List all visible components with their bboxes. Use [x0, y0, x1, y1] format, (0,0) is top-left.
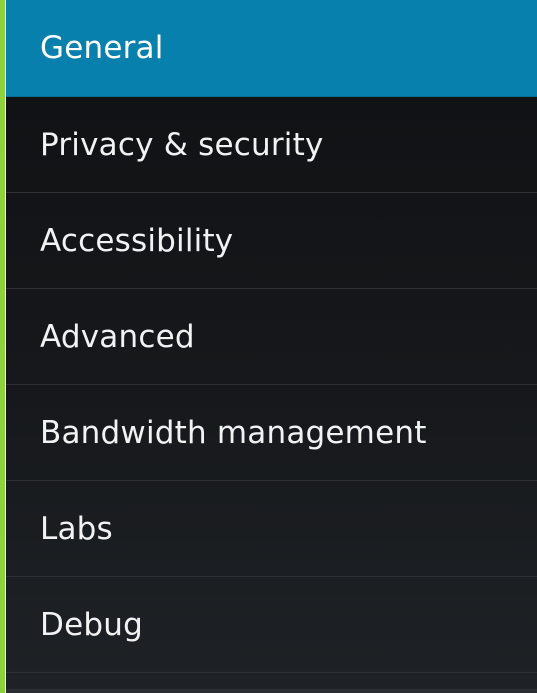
bottom-divider	[6, 689, 537, 693]
menu-item-label: Advanced	[40, 318, 195, 355]
menu-item-label: Bandwidth management	[40, 414, 427, 451]
settings-menu: General Privacy & security Accessibility…	[6, 0, 537, 693]
menu-item-label: Labs	[40, 510, 113, 547]
menu-item-debug[interactable]: Debug	[6, 577, 537, 673]
menu-item-advanced[interactable]: Advanced	[6, 289, 537, 385]
menu-item-label: General	[40, 30, 164, 66]
menu-item-privacy-security[interactable]: Privacy & security	[6, 97, 537, 193]
settings-screen: General Privacy & security Accessibility…	[0, 0, 537, 693]
menu-item-general[interactable]: General	[6, 0, 537, 97]
menu-item-accessibility[interactable]: Accessibility	[6, 193, 537, 289]
menu-item-bandwidth-management[interactable]: Bandwidth management	[6, 385, 537, 481]
menu-item-labs[interactable]: Labs	[6, 481, 537, 577]
menu-item-label: Accessibility	[40, 222, 234, 259]
left-edge-accent	[0, 0, 5, 693]
menu-item-label: Debug	[40, 606, 143, 643]
menu-item-label: Privacy & security	[40, 126, 324, 163]
